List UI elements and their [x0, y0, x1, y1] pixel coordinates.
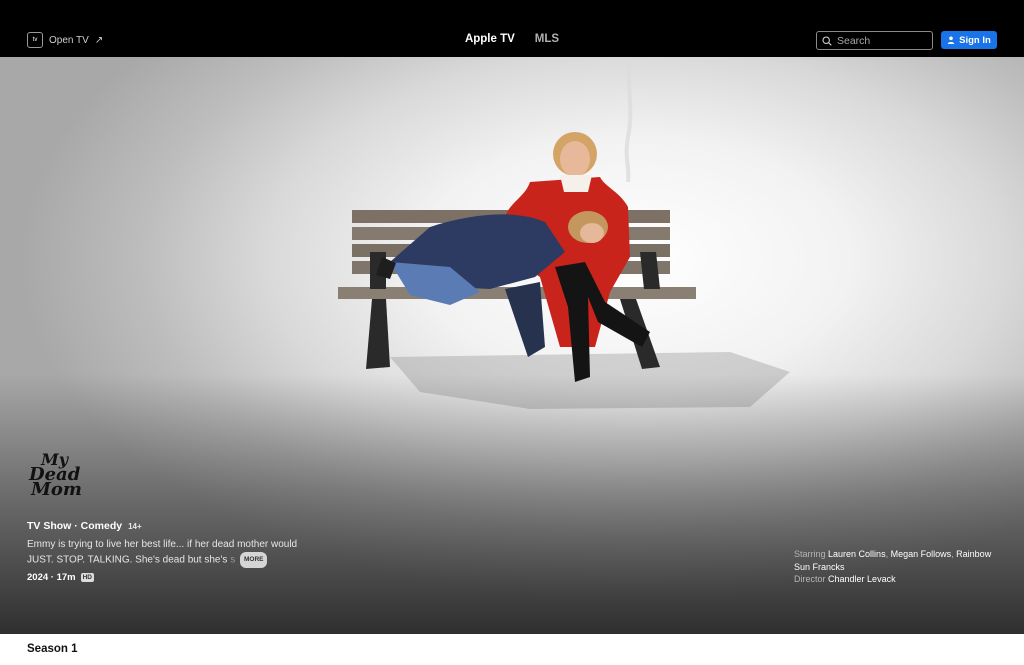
hero-artwork-bench-image [338, 57, 790, 409]
show-meta: TV Show · Comedy 14+ [27, 520, 142, 532]
hero-gradient-overlay [0, 374, 1024, 634]
release-info: 2024 · 17m HD [27, 572, 94, 583]
starring-line: Starring Lauren Collins, Megan Follows, … [794, 549, 992, 572]
director-line: Director Chandler Levack [794, 573, 1004, 586]
credits-block: Starring Lauren Collins, Megan Follows, … [794, 548, 1004, 586]
search-icon [822, 35, 832, 46]
sign-in-label: Sign In [959, 34, 991, 46]
description-fade-text: s [230, 554, 236, 566]
cast-link-megan-follows[interactable]: Megan Follows [891, 549, 952, 559]
search-field[interactable] [816, 31, 933, 50]
top-nav: tv Open TV ↗ Apple TV MLS Sign In [0, 0, 1024, 57]
year-duration-text: 2024 · 17m [27, 572, 76, 583]
season-heading: Season 1 [27, 643, 78, 655]
starring-label: Starring [794, 549, 826, 559]
person-icon [947, 36, 955, 44]
director-label: Director [794, 574, 826, 584]
cast-link-lauren-collins[interactable]: Lauren Collins [828, 549, 886, 559]
tab-apple-tv[interactable]: Apple TV [465, 33, 515, 45]
show-logo-line-3: Mom [31, 479, 82, 500]
tab-mls[interactable]: MLS [535, 33, 559, 45]
search-input[interactable] [837, 34, 927, 47]
show-description: Emmy is trying to live her best life... … [27, 538, 307, 568]
more-button[interactable]: MORE [239, 552, 268, 568]
hero-banner: My Dead Mom TV Show · Comedy 14+ Emmy is… [0, 57, 1024, 634]
sign-in-button[interactable]: Sign In [941, 31, 997, 49]
show-title-logo: My Dead Mom [27, 452, 107, 510]
age-rating-badge: 14+ [128, 521, 142, 531]
director-link[interactable]: Chandler Levack [828, 574, 896, 584]
hd-badge: HD [80, 573, 94, 582]
genre-text: TV Show · Comedy [27, 520, 123, 532]
